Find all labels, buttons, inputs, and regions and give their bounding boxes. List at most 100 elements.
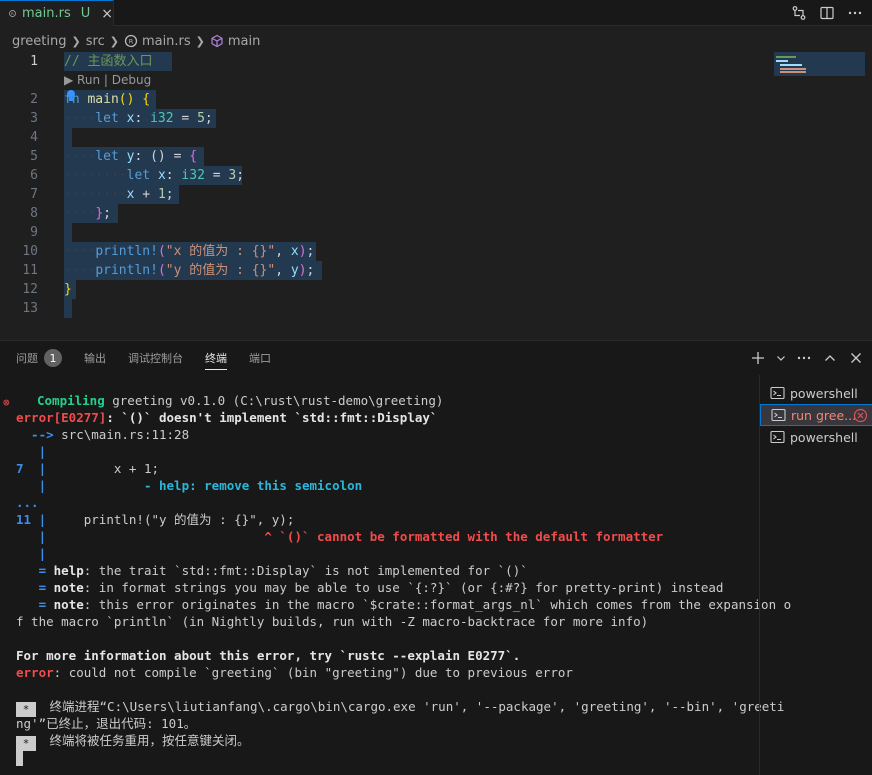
var-x: x [126,187,135,202]
tab-label: 调试控制台 [128,352,183,365]
bottom-panel: 问题 1 输出 调试控制台 终端 端口 ⊗ Compiling greeting… [0,340,872,775]
let-keyword: let [126,168,151,183]
more-actions-icon[interactable] [796,349,812,367]
note-keyword: note [53,597,84,612]
breadcrumb-greeting[interactable]: greeting [12,34,67,49]
code-line-13: 13 [0,299,770,318]
num-literal: 5 [197,111,205,126]
chevron-right-icon: ❯ [71,34,81,48]
string-literal: "y 的值为 : {}" [165,263,276,278]
rust-file-icon: R [9,10,16,17]
terminal-output[interactable]: ⊗ Compiling greeting v0.1.0 (C:\rust\rus… [0,389,791,775]
terminal-reuse-text: 终端将被任务重用，按任意键关闭。 [42,733,250,748]
breadcrumb-main-rs[interactable]: main.rs [142,34,191,49]
svg-text:R: R [11,12,14,16]
gutter-pipe: | [31,512,47,527]
tab-untracked-status: U [80,6,91,21]
gutter-line-number: 11 [16,512,32,527]
tab-output[interactable]: 输出 [84,341,106,375]
tab-close-icon[interactable]: × [101,7,113,21]
tab-main-rs[interactable]: R main.rs U × [0,0,114,26]
gutter-pipe: | [16,478,47,493]
code-line-12: 12 } [0,280,770,299]
note-text: : this error originates in the macro `$c… [83,597,792,612]
line-number: 9 [30,225,38,240]
line-number: 6 [30,168,38,183]
location-arrow: --> [16,427,54,442]
breadcrumb-main-fn[interactable]: main [228,34,260,49]
code-line-9: 9 [0,223,770,242]
terminal-list: powershell run gree... powershell [759,375,872,775]
new-terminal-icon[interactable] [750,349,766,367]
code-line-2: 2 fn main() { [0,90,770,109]
terminal-item-label: powershell [790,429,858,445]
tab-label: 终端 [205,352,227,365]
split-editor-icon[interactable] [818,4,836,22]
rust-file-icon: R [124,34,138,48]
tab-debug-console[interactable]: 调试控制台 [128,341,183,375]
code-line-6: 6 ········let x: i32 = 3; [0,166,770,185]
terminal-item-run-greeting[interactable]: run gree... [760,404,872,426]
let-keyword: let [95,111,119,126]
gutter-line-number: 7 [16,461,24,476]
more-actions-icon[interactable] [846,4,864,22]
svg-text:R: R [129,38,134,46]
problems-count-badge: 1 [44,349,62,367]
let-keyword: let [95,149,119,164]
tab-label: 端口 [249,352,271,365]
note-text-continued: f the macro `println` (in Nightly builds… [16,614,649,629]
code-line-8: 8 ····}; [0,204,770,223]
code-line-10: 10 ····println!("x 的值为 : {}", x); [0,242,770,261]
gutter-eq: = [16,563,54,578]
gutter-pipe: | [16,444,47,459]
fn-name: main [87,92,119,107]
string-literal: "x 的值为 : {}" [165,244,276,259]
error-code: error[E0277] [16,410,107,425]
code-line-1: 1 // 主函数入口 [0,52,770,71]
error-keyword: error [16,665,54,680]
terminal-icon [771,408,786,422]
tab-terminal[interactable]: 终端 [205,341,227,375]
terminal-icon [770,386,785,400]
tab-problems[interactable]: 问题 1 [16,341,62,375]
editor-tab-bar: R main.rs U × [0,0,872,26]
var-x: x [157,168,166,183]
line-number: 4 [30,130,38,145]
source-snippet: println!("y 的值为 : {}", y); [46,512,295,527]
close-icon[interactable] [848,349,864,367]
chevron-right-icon: ❯ [195,34,205,48]
line-number: 11 [22,263,38,278]
terminal-item-powershell-2[interactable]: powershell [760,426,872,448]
line-number: 2 [30,92,38,107]
println-macro: println! [95,244,158,259]
maximize-panel-icon[interactable] [822,349,838,367]
gutter-pipe: | [16,546,47,561]
terminal-item-powershell-1[interactable]: powershell [760,382,872,404]
tab-label: 问题 [16,352,38,365]
compiling-text: greeting v0.1.0 (C:\rust\rust-demo\greet… [104,393,444,408]
gutter-eq: = [16,597,54,612]
panel-tab-list: 问题 1 输出 调试控制台 终端 端口 [0,341,293,375]
process-terminated-text: 终端进程“C:\Users\liutianfang\.cargo\bin\car… [42,699,785,714]
line-number: 7 [30,187,38,202]
tab-ports[interactable]: 端口 [249,341,271,375]
line-number: 10 [22,244,38,259]
breadcrumb-src[interactable]: src [86,34,105,49]
more-info-text: For more information about this error, t… [16,648,521,663]
gutter-pipe: | [23,461,47,476]
help-keyword: help [53,563,84,578]
gutter-ellipsis: ... [16,495,39,510]
chevron-right-icon: ❯ [109,34,119,48]
line-number: 3 [30,111,38,126]
lightbulb-icon[interactable] [64,88,80,104]
chevron-down-icon[interactable] [776,349,786,367]
terminal-item-label: powershell [790,385,858,401]
compare-changes-icon[interactable] [790,4,808,22]
compiling-label: Compiling [37,393,105,408]
println-macro: println! [95,263,158,278]
gutter-eq: = [16,580,54,595]
line-number: 5 [30,149,38,164]
code-editor[interactable]: 1 // 主函数入口 ▶ Run | Debug 2 fn main() { 3… [0,52,872,330]
code-line-7: 7 ········x + 1; [0,185,770,204]
source-snippet: x + 1; [46,461,159,476]
